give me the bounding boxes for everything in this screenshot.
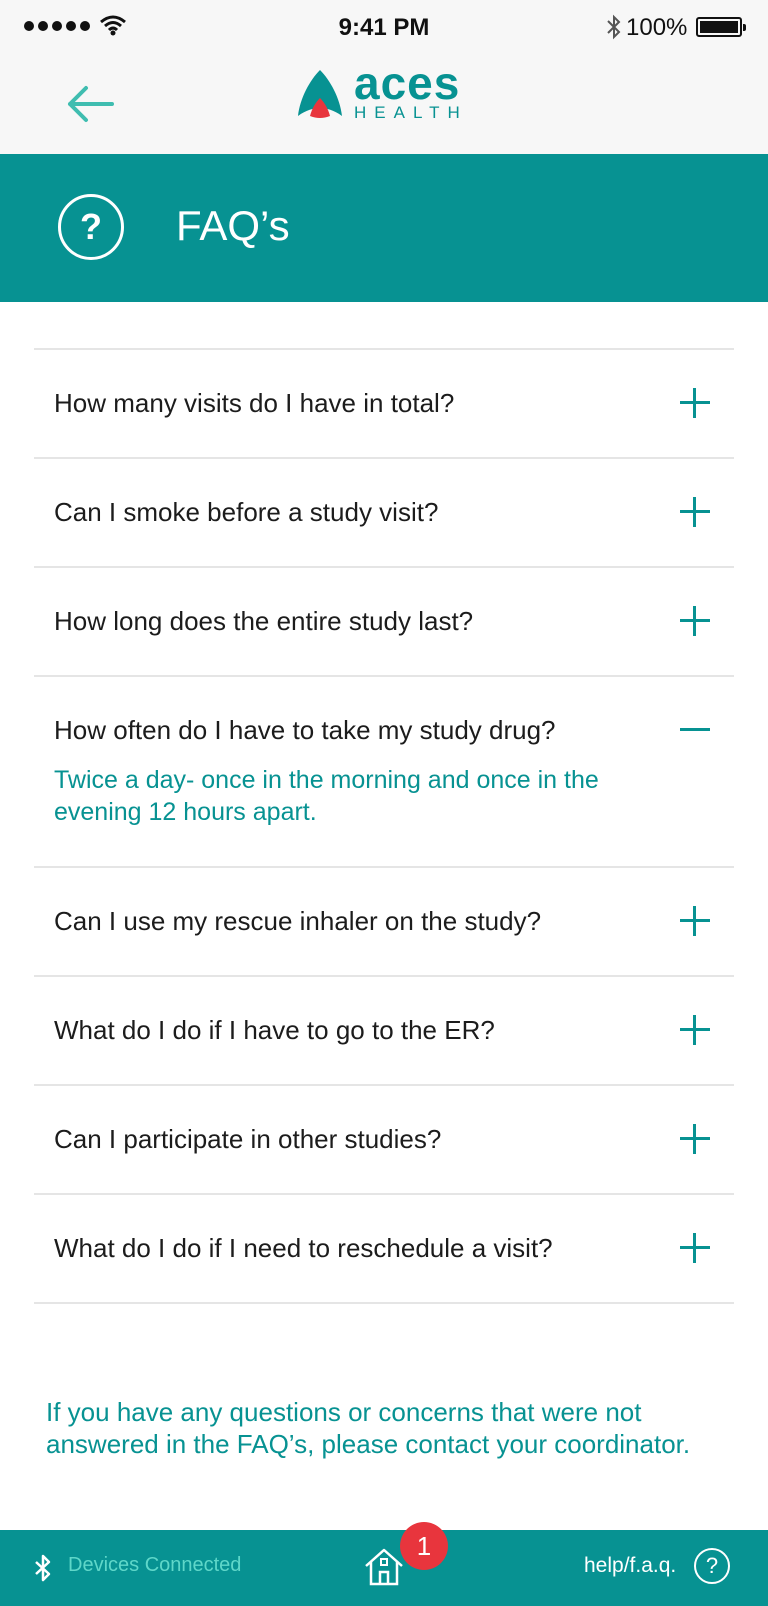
faq-item: How long does the entire study last? [34,568,734,677]
home-icon[interactable] [362,1546,406,1588]
faq-question-row[interactable]: What do I do if I have to go to the ER? [34,977,734,1084]
logo-mark-icon [298,69,342,118]
battery-icon [696,17,746,37]
expand-plus-icon[interactable] [680,1124,710,1154]
faq-question-row[interactable]: Can I participate in other studies? [34,1086,734,1193]
bluetooth-icon [607,14,621,40]
faq-question: How long does the entire study last? [54,606,474,636]
faq-question-row[interactable]: How many visits do I have in total? [34,350,734,457]
battery-percentage: 100% [626,14,688,41]
faq-item: Can I participate in other studies? [34,1086,734,1195]
expand-plus-icon[interactable] [680,1015,710,1045]
expand-plus-icon[interactable] [680,606,710,636]
collapse-minus-icon[interactable] [680,715,710,745]
faq-item: Can I smoke before a study visit? [34,459,734,568]
faq-item: What do I do if I have to go to the ER? [34,977,734,1086]
faq-question-row[interactable]: What do I do if I need to reschedule a v… [34,1195,734,1302]
faq-question-row[interactable]: Can I use my rescue inhaler on the study… [34,868,734,975]
faq-question: How many visits do I have in total? [54,388,455,418]
faq-question: What do I do if I have to go to the ER? [54,1015,495,1045]
page-header: ? FAQ’s [0,154,768,302]
faq-item: What do I do if I need to reschedule a v… [34,1195,734,1304]
expand-plus-icon[interactable] [680,497,710,527]
faq-question-row[interactable]: How long does the entire study last? [34,568,734,675]
bluetooth-icon [35,1554,51,1582]
faq-question-row[interactable]: How often do I have to take my study dru… [34,677,734,784]
faq-question-row[interactable]: Can I smoke before a study visit? [34,459,734,566]
notification-badge: 1 [400,1522,448,1570]
logo-subtitle: HEALTH [354,103,468,122]
contact-coordinator-note: If you have any questions or concerns th… [46,1397,691,1459]
page-title: FAQ’s [176,202,290,249]
faq-screen: 9:41 PM 100% aces HEALTH ? FAQ’s How man… [0,0,768,1606]
help-question-icon[interactable]: ? [694,1548,730,1584]
faq-list: How many visits do I have in total? Can … [34,348,734,1304]
faq-question: Can I participate in other studies? [54,1124,442,1154]
faq-question: What do I do if I need to reschedule a v… [54,1233,553,1263]
faq-item: Can I use my rescue inhaler on the study… [34,868,734,977]
faq-item: How many visits do I have in total? [34,350,734,459]
faq-question: Can I use my rescue inhaler on the study… [54,906,542,936]
faq-question: How often do I have to take my study dru… [54,715,556,745]
logo-word: aces [354,57,461,109]
expand-plus-icon[interactable] [680,388,710,418]
question-circle-icon: ? [58,194,124,260]
faq-item-expanded: How often do I have to take my study dru… [34,677,734,868]
aces-health-logo: aces HEALTH [296,60,468,122]
help-faq-link[interactable]: help/f.a.q. [584,1554,676,1578]
back-arrow-icon[interactable] [62,76,118,132]
expand-plus-icon[interactable] [680,1233,710,1263]
nav-bar: aces HEALTH [0,56,768,154]
bottom-tab-bar: Devices Connected 1 help/f.a.q. ? [0,1522,768,1606]
faq-question: Can I smoke before a study visit? [54,497,439,527]
status-bar: 9:41 PM 100% [0,0,768,56]
devices-connected-label: Devices Connected [68,1554,242,1576]
expand-plus-icon[interactable] [680,906,710,936]
